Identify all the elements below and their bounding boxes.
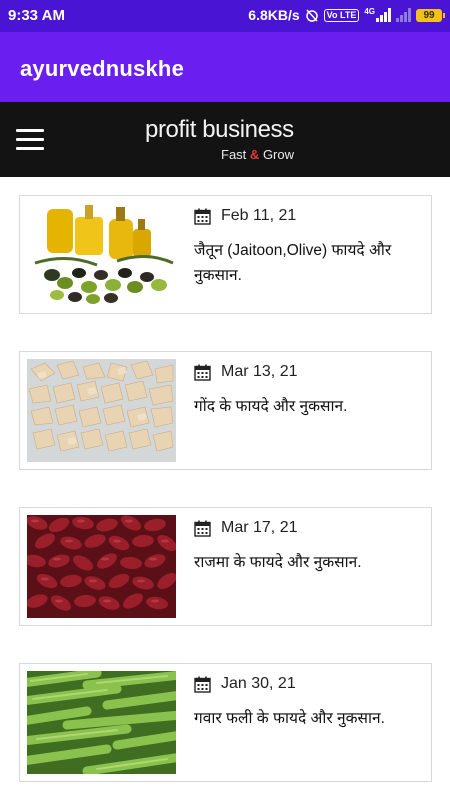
- calendar-icon: [194, 364, 211, 381]
- battery-icon: 99: [416, 8, 445, 22]
- post-card[interactable]: Mar 13, 21 गोंद के फायदे और नुकसान.: [19, 351, 432, 470]
- post-title[interactable]: गवार फली के फायदे और नुकसान.: [194, 706, 422, 731]
- signal-2-icon: [396, 8, 411, 22]
- post-title[interactable]: राजमा के फायदे और नुकसान.: [194, 550, 422, 575]
- post-date: Feb 11, 21: [194, 207, 296, 225]
- network-type: 4G: [364, 7, 375, 16]
- brand-logo[interactable]: profit business Fast & Grow: [145, 116, 315, 166]
- post-card[interactable]: Feb 11, 21 जैतून (Jaitoon,Olive) फायदे औ…: [19, 195, 432, 314]
- olive-oil-image: [27, 203, 176, 306]
- post-date: Mar 13, 21: [194, 363, 297, 381]
- date-text: Feb 11, 21: [221, 207, 297, 224]
- date-text: Mar 17, 21: [221, 519, 298, 536]
- hamburger-icon[interactable]: [16, 129, 44, 151]
- app-title: ayurvednuskhe: [20, 56, 185, 81]
- post-date: Jan 30, 21: [194, 675, 296, 693]
- volte-badge: Vo LTE: [323, 8, 360, 22]
- post-card[interactable]: Jan 30, 21 गवार फली के फायदे और नुकसान.: [19, 663, 432, 782]
- post-card[interactable]: Mar 17, 21 राजमा के फायदे और नुकसान.: [19, 507, 432, 626]
- date-text: Mar 13, 21: [221, 363, 298, 380]
- status-icons: 6.8KB/s Vo LTE 4G 99: [248, 7, 445, 23]
- calendar-icon: [194, 676, 211, 693]
- brand-name: profit business: [145, 116, 294, 143]
- status-time: 9:33 AM: [8, 7, 65, 24]
- brand-tagline: Fast & Grow: [221, 147, 294, 162]
- post-date: Mar 17, 21: [194, 519, 297, 537]
- guar-beans-image: [27, 671, 176, 774]
- gond-image: [27, 359, 176, 462]
- post-title[interactable]: गोंद के फायदे और नुकसान.: [194, 394, 422, 419]
- alarm-off-icon: [305, 9, 318, 22]
- calendar-icon: [194, 208, 211, 225]
- rajma-image: [27, 515, 176, 618]
- post-title[interactable]: जैतून (Jaitoon,Olive) फायदे और नुकसान.: [194, 238, 422, 288]
- status-bar: 9:33 AM 6.8KB/s Vo LTE 4G 99: [0, 0, 450, 32]
- brand-bar: profit business Fast & Grow: [0, 102, 450, 177]
- calendar-icon: [194, 520, 211, 537]
- net-speed: 6.8KB/s: [248, 7, 300, 23]
- app-bar: ayurvednuskhe: [0, 32, 450, 102]
- date-text: Jan 30, 21: [221, 675, 296, 692]
- signal-icon: [376, 8, 391, 22]
